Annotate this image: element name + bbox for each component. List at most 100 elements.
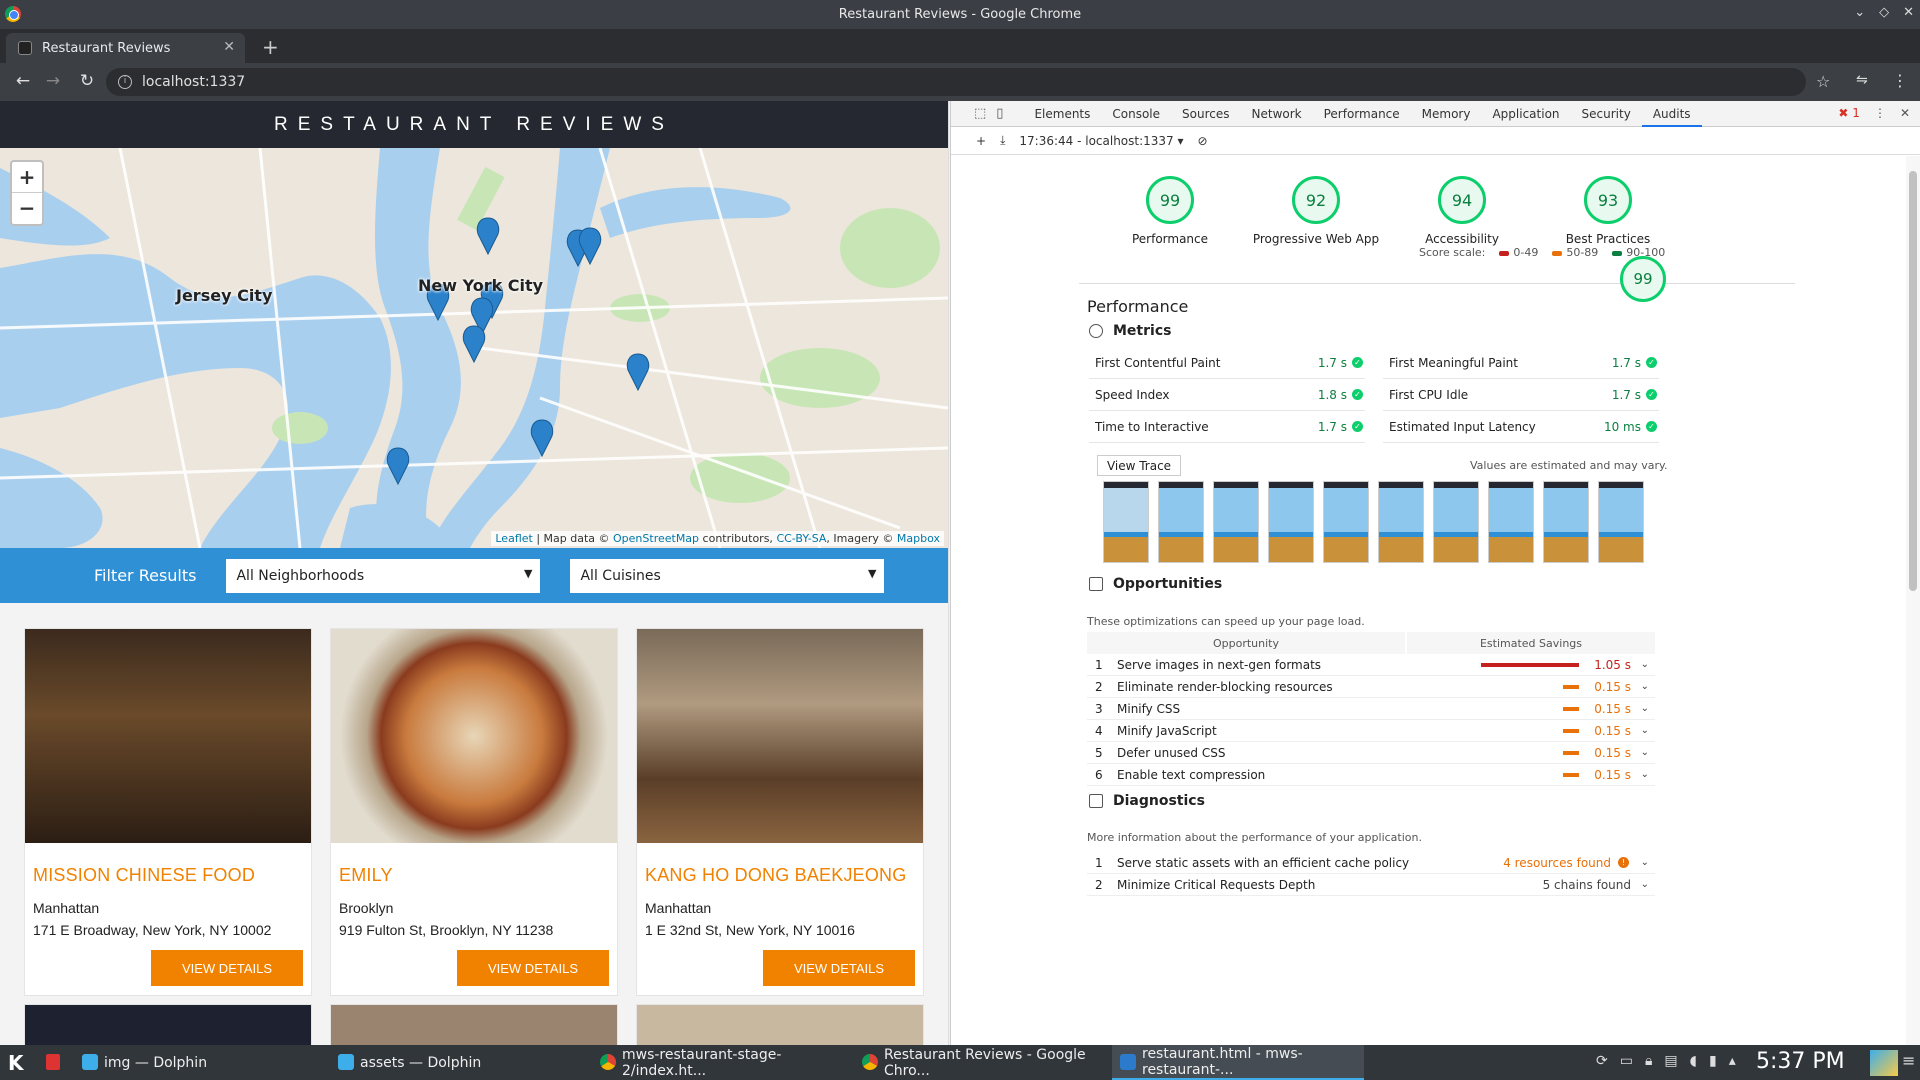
chevron-down-icon[interactable]: ⌄ — [1641, 659, 1649, 670]
zoom-in-button[interactable]: + — [12, 162, 42, 193]
tab-elements[interactable]: Elements — [1023, 101, 1101, 127]
metric-name: First Contentful Paint — [1095, 355, 1221, 370]
volume-icon[interactable]: ◖ — [1690, 1053, 1697, 1069]
leaflet-link[interactable]: Leaflet — [495, 532, 532, 545]
download-icon[interactable]: ⤓ — [1000, 133, 1005, 148]
chevron-down-icon[interactable]: ⌄ — [1641, 769, 1649, 780]
gauge-score: 93 — [1584, 176, 1632, 224]
chevron-down-icon[interactable]: ⌄ — [1641, 879, 1649, 890]
tab-sources[interactable]: Sources — [1171, 101, 1240, 127]
diagnostics-header: Diagnostics — [1089, 793, 1205, 809]
view-details-button[interactable]: VIEW DETAILS — [763, 950, 915, 986]
address-bar[interactable]: i localhost:1337 — [106, 68, 1806, 96]
lock-icon[interactable]: 🔒︎ — [1645, 1053, 1652, 1069]
browser-tab[interactable]: Restaurant Reviews ✕ — [6, 33, 245, 63]
zoom-out-button[interactable]: − — [12, 193, 42, 224]
clipboard-tray-icon[interactable]: ▤ — [1664, 1053, 1677, 1069]
taskbar-item[interactable]: assets — Dolphin — [330, 1045, 570, 1080]
restaurant-neighborhood: Manhattan — [645, 900, 712, 916]
audit-run-select[interactable]: 17:36:44 - localhost:1337 ▾ — [1019, 134, 1183, 148]
filter-bar: Filter Results All Neighborhoods ▼ All C… — [0, 548, 948, 603]
chevron-down-icon[interactable]: ⌄ — [1641, 725, 1649, 736]
devtools-menu-icon[interactable]: ⋮ — [1874, 106, 1886, 120]
clock[interactable]: 5:37 PM — [1756, 1049, 1845, 1074]
new-audit-icon[interactable]: + — [976, 134, 986, 148]
opportunities-table-header: Opportunity Estimated Savings — [1087, 632, 1655, 654]
view-details-button[interactable]: VIEW DETAILS — [457, 950, 609, 986]
devtools-scrollbar-thumb[interactable] — [1909, 171, 1917, 591]
tray-expand-icon[interactable]: ▴ — [1729, 1053, 1736, 1069]
diagnostic-row[interactable]: 2 Minimize Critical Requests Depth 5 cha… — [1087, 874, 1655, 896]
forward-arrow-icon[interactable]: → — [40, 71, 66, 91]
browser-menu-icon[interactable]: ⋮ — [1892, 71, 1908, 90]
audit-report: 99 Performance 92 Progressive Web App 94… — [951, 156, 1901, 1045]
map[interactable]: Jersey City New York City + − Leaflet | … — [0, 148, 948, 548]
opportunity-row[interactable]: 4 Minify JavaScript 0.15 s ⌄ — [1087, 720, 1655, 742]
app-launcher-icon[interactable]: K — [8, 1051, 24, 1075]
opportunity-row[interactable]: 5 Defer unused CSS 0.15 s ⌄ — [1087, 742, 1655, 764]
devtools-scrollbar[interactable] — [1906, 156, 1920, 1045]
reload-icon[interactable]: ↻ — [74, 71, 100, 91]
zoom-control: + − — [10, 160, 44, 226]
diagnostic-value: 5 chains found — [1542, 877, 1631, 892]
desktop-icon[interactable] — [1870, 1050, 1898, 1076]
osm-link[interactable]: OpenStreetMap — [613, 532, 699, 545]
window-titlebar: Restaurant Reviews - Google Chrome ⌄ ◇ ✕ — [0, 0, 1920, 29]
menu-icon[interactable]: ≡ — [1902, 1051, 1915, 1070]
tab-network[interactable]: Network — [1241, 101, 1313, 127]
close-window-icon[interactable]: ✕ — [1903, 5, 1914, 20]
info-icon[interactable]: i — [118, 75, 132, 89]
tab-audits[interactable]: Audits — [1641, 101, 1702, 127]
trash-icon[interactable] — [46, 1054, 60, 1070]
metric-value: 1.7 s — [1611, 387, 1641, 402]
chevron-down-icon[interactable]: ⌄ — [1641, 681, 1649, 692]
view-details-button[interactable]: VIEW DETAILS — [151, 950, 303, 986]
opportunity-row[interactable]: 2 Eliminate render-blocking resources 0.15… — [1087, 676, 1655, 698]
extension-icon[interactable]: ⇋ — [1856, 72, 1868, 88]
col-savings: Estimated Savings — [1405, 632, 1655, 654]
taskbar-item[interactable]: Restaurant Reviews - Google Chro... — [854, 1045, 1110, 1080]
taskbar-item[interactable]: img — Dolphin — [74, 1045, 314, 1080]
taskbar-item[interactable]: restaurant.html - mws-restaurant-... — [1112, 1045, 1364, 1080]
clear-icon[interactable]: ⊘ — [1198, 134, 1208, 148]
opportunity-row[interactable]: 3 Minify CSS 0.15 s ⌄ — [1087, 698, 1655, 720]
tab-application[interactable]: Application — [1481, 101, 1570, 127]
close-tab-icon[interactable]: ✕ — [223, 39, 235, 55]
taskbar-item[interactable]: mws-restaurant-stage-2/index.ht... — [592, 1045, 852, 1080]
inspect-element-icon[interactable]: ⬚ — [974, 106, 986, 121]
gauge-best-practices[interactable]: 93 Best Practices — [1519, 176, 1697, 246]
row-number: 3 — [1095, 701, 1103, 716]
tab-security[interactable]: Security — [1571, 101, 1642, 127]
back-arrow-icon[interactable]: ← — [10, 71, 36, 91]
chevron-down-icon[interactable]: ⌄ — [1641, 857, 1649, 868]
opportunity-row[interactable]: 6 Enable text compression 0.15 s ⌄ — [1087, 764, 1655, 786]
new-tab-icon[interactable]: + — [262, 35, 279, 59]
bookmark-star-icon[interactable]: ☆ — [1816, 72, 1830, 91]
battery-icon[interactable]: ▮ — [1709, 1053, 1717, 1069]
close-devtools-icon[interactable]: ✕ — [1900, 106, 1910, 120]
opportunity-row[interactable]: 1 Serve images in next-gen formats 1.05 s ⌄ — [1087, 654, 1655, 676]
diagnostic-row[interactable]: 1 Serve static assets with an efficient … — [1087, 852, 1655, 874]
tab-performance[interactable]: Performance — [1313, 101, 1411, 127]
opportunity-name: Serve images in next-gen formats — [1117, 657, 1322, 672]
cc-link[interactable]: CC-BY-SA — [776, 532, 826, 545]
filmstrip-frame — [1378, 481, 1424, 563]
device-toolbar-icon[interactable]: ▯ — [996, 106, 1003, 121]
savings-value: 0.15 s — [1594, 679, 1631, 694]
chevron-down-icon[interactable]: ⌄ — [1641, 747, 1649, 758]
savings-bar — [1563, 751, 1579, 755]
update-icon[interactable]: ⟳ — [1596, 1053, 1608, 1069]
display-icon[interactable]: ▭ — [1620, 1053, 1633, 1069]
neighborhood-select[interactable]: All Neighborhoods ▼ — [226, 558, 541, 593]
chevron-down-icon[interactable]: ⌄ — [1641, 703, 1649, 714]
maximize-icon[interactable]: ◇ — [1879, 5, 1889, 20]
tab-memory[interactable]: Memory — [1411, 101, 1482, 127]
cuisine-select[interactable]: All Cuisines ▼ — [570, 558, 885, 593]
view-trace-button[interactable]: View Trace — [1097, 455, 1181, 476]
mapbox-link[interactable]: Mapbox — [897, 532, 940, 545]
tab-console[interactable]: Console — [1101, 101, 1171, 127]
savings-bar — [1563, 773, 1579, 777]
error-count-badge[interactable]: ✖ 1 — [1838, 106, 1860, 120]
minimize-icon[interactable]: ⌄ — [1854, 5, 1865, 20]
performance-title: Performance — [1087, 297, 1189, 316]
